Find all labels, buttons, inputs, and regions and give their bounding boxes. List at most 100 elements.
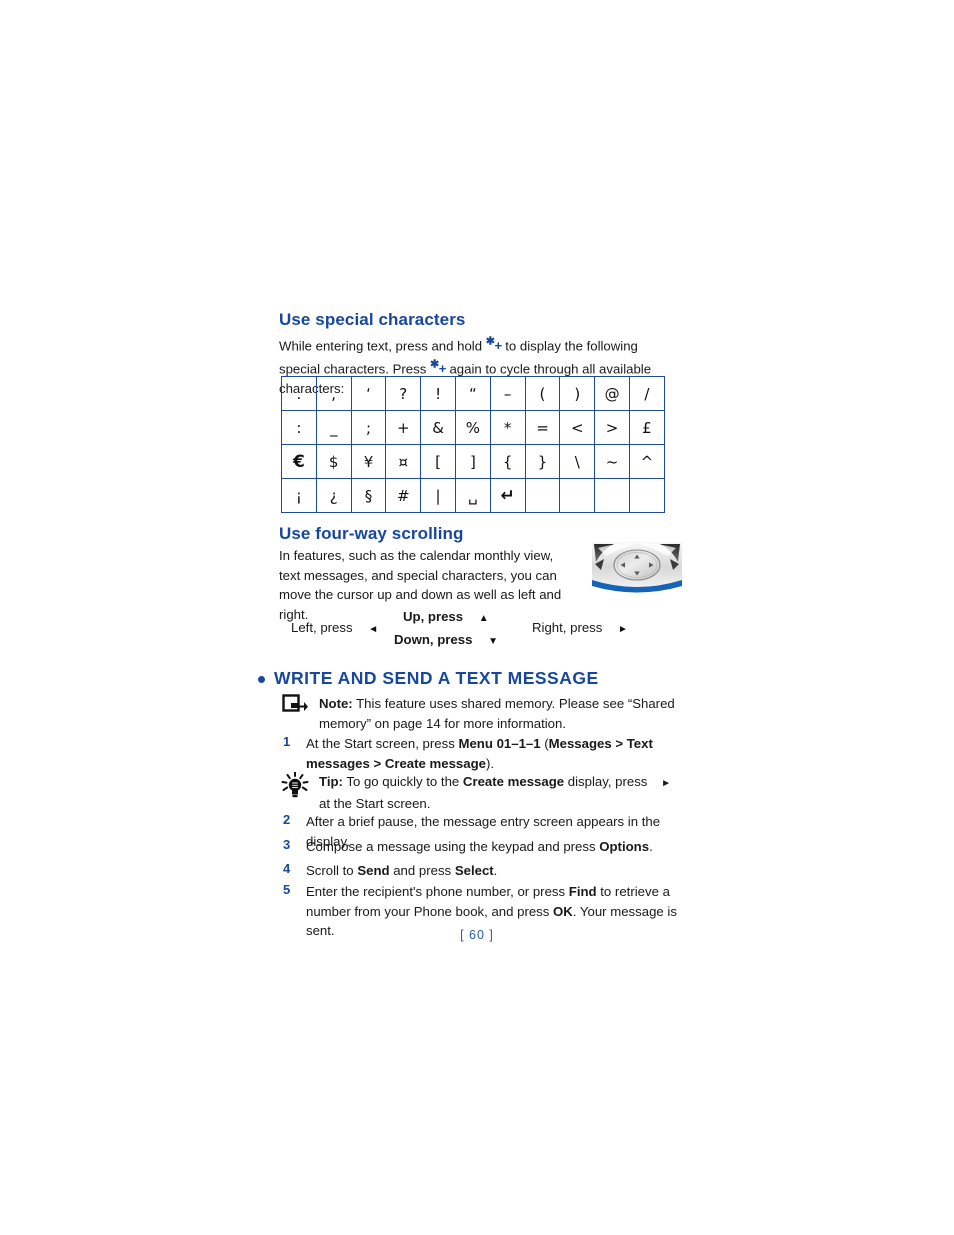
step-plain-text: . [649, 839, 653, 854]
character-cell: } [524, 444, 561, 479]
character-cell: € [281, 444, 317, 479]
character-cell: ‘ [350, 376, 387, 411]
tip-body-2: display, press [564, 774, 652, 789]
step-bold-text: Options [599, 839, 650, 854]
section-heading-write-send: WRITE AND SEND A TEXT MESSAGE [258, 668, 599, 689]
section-heading-text: WRITE AND SEND A TEXT MESSAGE [274, 668, 599, 688]
label-left-press-text: Left, press [291, 620, 353, 635]
step-plain-text: ( [540, 736, 549, 751]
character-cell: ~ [594, 444, 630, 479]
character-cell: / [628, 376, 665, 411]
label-up-press: Up, press ▲ [403, 609, 489, 624]
character-cell: $ [315, 444, 352, 479]
special-characters-text-1: While entering text, press and hold [279, 338, 486, 354]
heading-use-special-characters: Use special characters [279, 310, 466, 329]
character-cell: ^ [628, 444, 665, 479]
tip-body-3: at the Start screen. [319, 795, 431, 811]
section-bullet-icon [258, 676, 265, 683]
character-cell: : [281, 410, 317, 445]
character-cell: ¡ [281, 478, 317, 513]
navigation-key-photo [592, 542, 682, 594]
character-cell: _ [315, 410, 352, 445]
step-text-3: Compose a message using the keypad and p… [306, 837, 684, 857]
character-cell-empty [559, 478, 596, 513]
character-cell: ) [559, 376, 596, 411]
step-number-4: 4 [283, 861, 291, 876]
step-plain-text: Compose a message using the keypad and p… [306, 839, 600, 854]
tip-lightbulb-icon [280, 771, 310, 800]
step-number-1: 1 [283, 734, 291, 749]
character-cell: ( [524, 376, 561, 411]
step-number-3: 3 [283, 837, 291, 852]
character-cell: ] [454, 444, 491, 479]
character-cell: > [594, 410, 630, 445]
step-bold-text: Find [568, 884, 597, 899]
character-cell: [ [420, 444, 456, 479]
character-cell: \ [559, 444, 596, 479]
character-cell: . [281, 376, 317, 411]
character-cell: ¥ [350, 444, 387, 479]
character-table-row: : _; + &% * = < > £ [281, 410, 665, 445]
character-cell-empty [628, 478, 665, 513]
page-number: [ 60 ] [460, 928, 494, 942]
character-cell: ¿ [315, 478, 352, 513]
step-plain-text: Enter the recipient's phone number, or p… [306, 884, 569, 899]
character-cell: ? [385, 376, 422, 411]
step-plain-text: Scroll to [306, 863, 358, 878]
step-bold-text: OK [553, 903, 573, 919]
step-bold-text: Send [357, 863, 390, 878]
character-cell: , [315, 376, 352, 411]
character-cell: & [420, 410, 456, 445]
character-cell: # [385, 478, 422, 513]
character-cell: % [454, 410, 491, 445]
character-cell: “ [454, 376, 491, 411]
character-cell: = [524, 410, 561, 445]
step-number-2: 2 [283, 812, 291, 827]
character-cell: § [350, 478, 387, 513]
label-left-press: Left, press ◄ [291, 620, 378, 635]
character-cell: £ [628, 410, 665, 445]
step-number-5: 5 [283, 882, 291, 897]
step-bold-text: Select [454, 863, 494, 878]
left-arrow-icon: ◄ [368, 624, 379, 635]
character-cell: < [559, 410, 596, 445]
character-cell: – [489, 376, 526, 411]
step-plain-text: . [493, 863, 498, 878]
step-bold-text: Menu 01–1–1 [458, 736, 541, 751]
step-text-1: At the Start screen, press Menu 01–1–1 (… [306, 734, 684, 773]
note-body: This feature uses shared memory. Please … [319, 696, 675, 731]
tip-text: Tip: To go quickly to the Create message… [319, 772, 681, 813]
character-table-row: ¡ ¿ § # | ␣ ↵ [281, 478, 665, 513]
step-plain-text: ). [485, 755, 495, 771]
character-table-row: € $ ¥ ¤[]{} \ ~ ^ [281, 444, 665, 479]
character-table-row: ., ‘?! “–() @ / [281, 376, 665, 411]
note-label: Note: [319, 696, 353, 711]
note-icon [282, 694, 308, 716]
step-text-4: Scroll to Send and press Select. [306, 861, 684, 881]
character-cell-empty [594, 478, 630, 513]
character-cell: ␣ [454, 478, 491, 513]
right-arrow-icon: ► [618, 624, 628, 635]
character-cell: ! [420, 376, 456, 411]
manual-page: Use special characters While entering te… [0, 0, 954, 1235]
tip-bold-create-message: Create message [462, 774, 565, 789]
character-cell: { [489, 444, 526, 479]
heading-use-four-way-scrolling: Use four-way scrolling [279, 524, 464, 543]
label-down-press: Down, press ▼ [394, 632, 498, 647]
character-cell: | [420, 478, 456, 513]
label-down-press-text: Down, press [394, 632, 473, 647]
tip-label: Tip: [319, 774, 343, 789]
label-right-press: Right, press ► [532, 620, 628, 635]
step-plain-text: and press [389, 863, 455, 878]
character-cell: ; [350, 410, 387, 445]
character-cell: * [489, 410, 526, 445]
character-cell: + [385, 410, 422, 445]
character-cell-empty [524, 478, 561, 513]
up-arrow-icon: ▲ [478, 613, 489, 624]
character-cell: ¤ [385, 444, 422, 479]
down-arrow-icon: ▼ [488, 636, 498, 647]
tip-body-1: To go quickly to the [342, 774, 463, 789]
star-plus-key-icon: ✱+ [485, 336, 502, 354]
step-plain-text: At the Start screen, press [306, 736, 459, 751]
label-up-press-text: Up, press [403, 609, 464, 624]
